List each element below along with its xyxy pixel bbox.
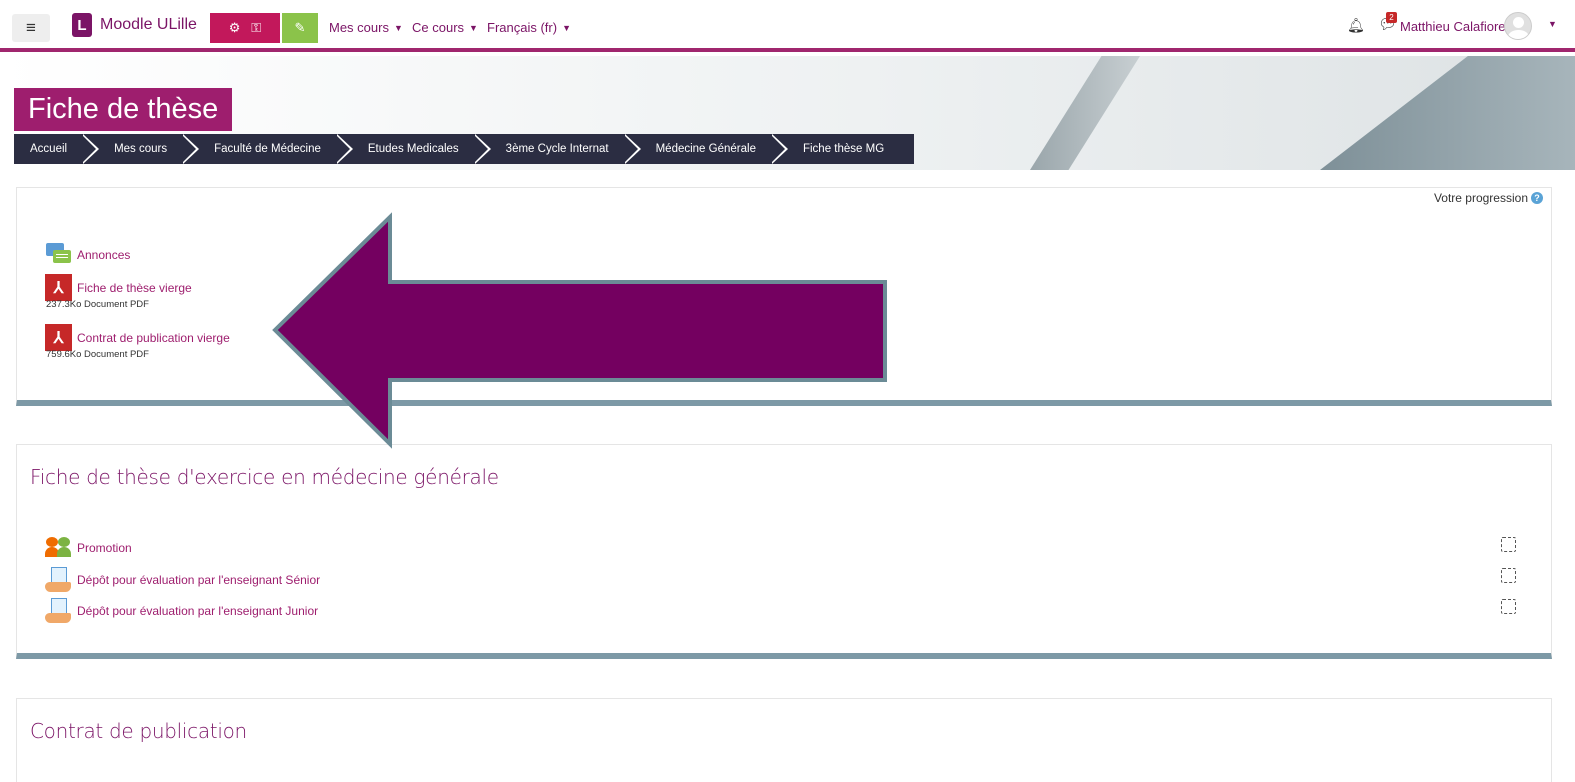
completion-checkbox[interactable] xyxy=(1501,599,1516,614)
activity-resource: ⅄ Contrat de publication vierge 759.6Ko … xyxy=(45,324,230,360)
edit-mode-button[interactable]: ✎ xyxy=(282,13,318,43)
activity-link[interactable]: Fiche de thèse vierge xyxy=(77,281,192,295)
breadcrumb-item[interactable]: Accueil xyxy=(14,134,83,164)
menu-label: Mes cours xyxy=(329,20,389,35)
menu-label: Français (fr) xyxy=(487,20,558,35)
completion-checkbox[interactable] xyxy=(1501,568,1516,583)
user-menu-name[interactable]: Matthieu Calafiore xyxy=(1400,19,1506,34)
breadcrumb-item[interactable]: Etudes Medicales xyxy=(334,134,475,164)
menu-label: Ce cours xyxy=(412,20,465,35)
notification-badge: 2 xyxy=(1386,12,1397,23)
activity-forum: Annonces xyxy=(45,242,130,268)
page-title: Fiche de thèse xyxy=(14,88,233,131)
forum-icon xyxy=(45,242,72,268)
caret-down-icon: ▼ xyxy=(562,23,571,33)
activity-assignment: Dépôt pour évaluation par l'enseignant S… xyxy=(45,567,320,593)
section-title: Fiche de thèse d'exercice en médecine gé… xyxy=(30,465,499,489)
banner-decoration xyxy=(1030,56,1140,170)
caret-down-icon: ▼ xyxy=(393,23,403,33)
edit-icon: ✎ xyxy=(294,20,306,35)
assignment-icon xyxy=(45,598,72,624)
key-icon: ⚿ xyxy=(251,20,262,35)
course-section-fiche-these: Fiche de thèse d'exercice en médecine gé… xyxy=(16,444,1552,659)
activity-assignment: Dépôt pour évaluation par l'enseignant J… xyxy=(45,598,318,624)
breadcrumb-item[interactable]: 3ème Cycle Internat xyxy=(472,134,625,164)
activity-link[interactable]: Promotion xyxy=(77,541,132,555)
resource-details: 759.6Ko Document PDF xyxy=(46,349,149,360)
resource-details: 237.3Ko Document PDF xyxy=(46,299,149,310)
activity-group: Promotion xyxy=(45,537,132,559)
user-avatar[interactable] xyxy=(1504,12,1532,40)
ulille-logo-icon: L xyxy=(72,13,92,37)
section-title: Contrat de publication xyxy=(30,719,247,743)
annotation-arrow xyxy=(272,212,887,449)
messages-icon[interactable]: 💬︎ 2 xyxy=(1378,12,1397,33)
admin-tools-button[interactable]: ⚙ ⚿ xyxy=(210,13,280,43)
banner-decoration xyxy=(1320,56,1575,170)
activity-link[interactable]: Contrat de publication vierge xyxy=(77,331,230,345)
pdf-icon: ⅄ xyxy=(45,324,72,351)
bell-icon[interactable]: 🔔︎ xyxy=(1347,17,1365,34)
breadcrumb-item-current[interactable]: Fiche thèse MG xyxy=(769,134,900,164)
pdf-icon: ⅄ xyxy=(45,274,72,301)
assignment-icon xyxy=(45,567,72,593)
activity-link[interactable]: Dépôt pour évaluation par l'enseignant S… xyxy=(77,573,320,587)
breadcrumb-item[interactable]: Médecine Générale xyxy=(622,134,772,164)
menu-language[interactable]: Français (fr) ▼ xyxy=(487,20,571,35)
menu-mes-cours[interactable]: Mes cours ▼ xyxy=(329,20,403,35)
help-icon[interactable]: ? xyxy=(1531,192,1543,204)
caret-down-icon: ▼ xyxy=(469,23,478,33)
activity-link[interactable]: Dépôt pour évaluation par l'enseignant J… xyxy=(77,604,318,618)
cogs-icon: ⚙ xyxy=(228,20,241,35)
course-section-contrat: Contrat de publication xyxy=(16,698,1552,782)
activity-link[interactable]: Annonces xyxy=(77,248,130,262)
caret-down-icon[interactable]: ▼ xyxy=(1548,19,1557,29)
activity-resource: ⅄ Fiche de thèse vierge 237.3Ko Document… xyxy=(45,274,192,310)
site-name: Moodle ULille xyxy=(100,16,197,33)
page-header-banner: Fiche de thèse Accueil Mes cours Faculté… xyxy=(0,56,1575,170)
completion-checkbox[interactable] xyxy=(1501,537,1516,552)
progress-label: Votre progression xyxy=(1433,191,1528,205)
breadcrumb: Accueil Mes cours Faculté de Médecine Et… xyxy=(14,134,915,164)
breadcrumb-item[interactable]: Faculté de Médecine xyxy=(181,134,337,164)
menu-ce-cours[interactable]: Ce cours ▼ xyxy=(412,20,478,35)
group-icon xyxy=(45,537,72,559)
site-brand-link[interactable]: L Moodle ULille xyxy=(72,13,197,37)
course-progress: Votre progression ? xyxy=(1434,191,1543,205)
breadcrumb-item[interactable]: Mes cours xyxy=(81,134,183,164)
top-navbar: ≡ L Moodle ULille ⚙ ⚿ ✎ Mes cours ▼ Ce co… xyxy=(0,0,1575,52)
hamburger-menu-button[interactable]: ≡ xyxy=(12,14,50,42)
